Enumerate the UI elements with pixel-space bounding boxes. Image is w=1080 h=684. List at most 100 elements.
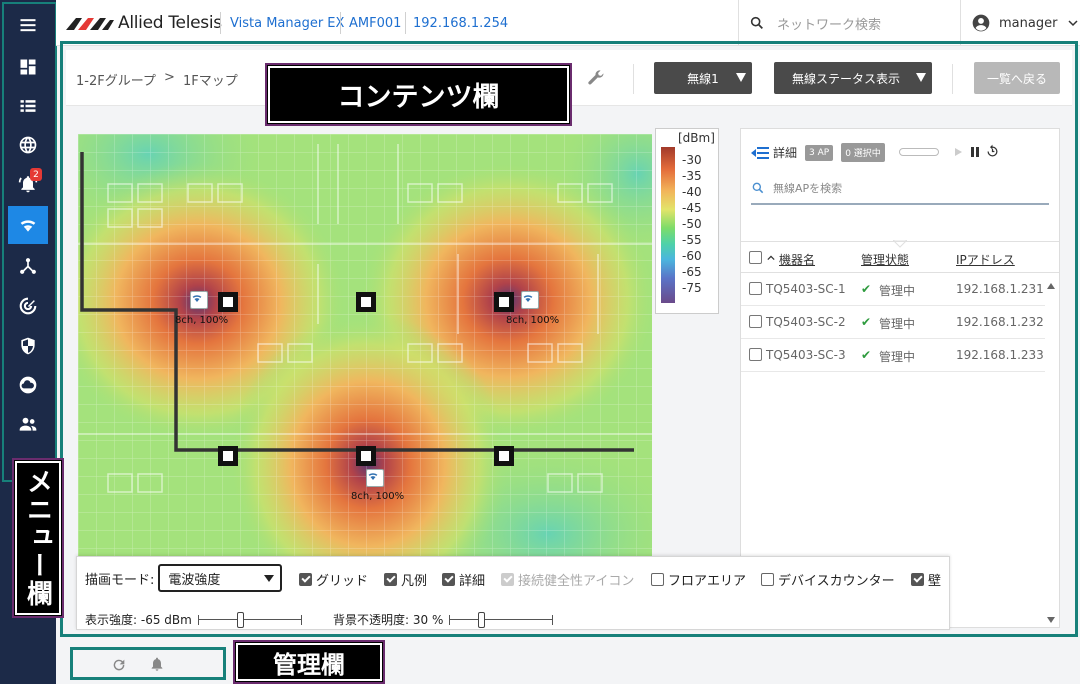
caret-down-icon bbox=[736, 73, 746, 82]
access-point-label: 8ch, 100% bbox=[351, 491, 405, 502]
user-menu[interactable]: manager bbox=[960, 0, 1080, 46]
floor-area-checkbox[interactable]: フロアエリア bbox=[651, 570, 746, 589]
refresh-icon[interactable] bbox=[111, 657, 127, 673]
detail-toggle[interactable]: 詳細 3 AP 0 選択中 bbox=[751, 143, 885, 162]
strength-slider-group: 表示強度: -65 dBm bbox=[85, 611, 302, 628]
opacity-slider[interactable] bbox=[449, 611, 554, 628]
wall-node[interactable] bbox=[218, 446, 238, 466]
signal-legend: [dBm] -30 -35 -40 -45 -50 -55 -60 -65 -7… bbox=[655, 128, 719, 314]
slider-knob[interactable] bbox=[236, 611, 244, 628]
status-select-label: 無線ステータス表示 bbox=[791, 71, 900, 86]
draw-mode-group: 描画モード: 電波強度 bbox=[85, 564, 283, 592]
row-checkbox[interactable] bbox=[749, 348, 762, 361]
checkbox-label: グリッド bbox=[316, 574, 369, 589]
checkbox-box bbox=[384, 573, 397, 586]
sort-asc-icon[interactable] bbox=[767, 254, 775, 262]
wall-node[interactable] bbox=[494, 446, 514, 466]
health-icon-checkbox: 接続健全性アイコン bbox=[501, 570, 634, 589]
breadcrumb-map: 1Fマップ bbox=[183, 74, 238, 89]
breadcrumb-separator: > bbox=[164, 70, 175, 85]
column-management-status[interactable]: 管理状態 bbox=[861, 251, 909, 268]
legend-label: -40 bbox=[682, 185, 702, 199]
back-to-list-button[interactable]: 一覧へ戻る bbox=[974, 62, 1060, 94]
checkbox-label: 凡例 bbox=[401, 574, 428, 589]
draw-mode-select[interactable]: 電波強度 bbox=[158, 564, 283, 592]
network-search-input[interactable]: ネットワーク検索 bbox=[738, 0, 958, 46]
wireless-select-button[interactable]: 無線1 bbox=[654, 62, 752, 94]
scroll-up-arrow[interactable] bbox=[1047, 283, 1055, 289]
access-point-label: 8ch, 100% bbox=[506, 315, 560, 326]
wall-node[interactable] bbox=[494, 292, 514, 312]
scroll-down-arrow[interactable] bbox=[1047, 617, 1055, 623]
access-point-marker[interactable] bbox=[521, 291, 539, 309]
pause-icon[interactable] bbox=[969, 146, 981, 158]
opacity-label: 背景不透明度: 30 % bbox=[333, 613, 444, 627]
grid-checkbox[interactable]: グリッド bbox=[299, 570, 368, 589]
access-point-marker[interactable] bbox=[366, 469, 384, 487]
table-row[interactable]: TQ5403-SC-1 ✔ 管理中 192.168.1.231 bbox=[741, 273, 1045, 306]
header-divider bbox=[220, 12, 221, 34]
play-icon[interactable] bbox=[953, 147, 963, 157]
search-icon bbox=[752, 182, 764, 194]
legend-label: -65 bbox=[682, 265, 702, 279]
header-divider bbox=[340, 12, 341, 34]
top-bar: Allied Telesis Vista Manager EX AMF001 1… bbox=[56, 0, 1080, 46]
heatmap-floor-map[interactable]: 8ch, 100% 8ch, 100% 8ch, 100% bbox=[78, 134, 652, 558]
ip-address: 192.168.1.233 bbox=[956, 348, 1044, 362]
wall-checkbox[interactable]: 壁 bbox=[911, 570, 941, 589]
ap-search-input[interactable]: 無線APを検索 bbox=[751, 173, 1049, 205]
caret-down-icon bbox=[916, 73, 926, 82]
access-point-marker[interactable] bbox=[190, 291, 208, 309]
status-select-button[interactable]: 無線ステータス表示 bbox=[774, 62, 932, 94]
checkbox-label: フロアエリア bbox=[668, 574, 747, 589]
wrench-icon[interactable] bbox=[586, 68, 606, 88]
selected-count-badge: 0 選択中 bbox=[841, 143, 885, 162]
ip-address: 192.168.1.232 bbox=[956, 315, 1044, 329]
check-icon: ✔ bbox=[861, 282, 872, 296]
checkbox-box bbox=[911, 573, 924, 586]
detail-checkbox[interactable]: 詳細 bbox=[442, 570, 485, 589]
management-area-callout: 管理欄 bbox=[233, 640, 385, 684]
table-row[interactable]: TQ5403-SC-2 ✔ 管理中 192.168.1.232 bbox=[741, 306, 1045, 339]
slider-knob[interactable] bbox=[478, 611, 486, 628]
row-checkbox[interactable] bbox=[749, 282, 762, 295]
collapse-list-icon bbox=[751, 146, 769, 159]
legend-label: -45 bbox=[682, 201, 702, 215]
device-name: TQ5403-SC-1 bbox=[766, 282, 846, 296]
wall-node[interactable] bbox=[356, 292, 376, 312]
select-all-checkbox[interactable] bbox=[749, 251, 762, 264]
check-icon: ✔ bbox=[861, 348, 872, 362]
network-search-placeholder: ネットワーク検索 bbox=[777, 17, 882, 33]
checkbox-box bbox=[442, 573, 455, 586]
slider-track bbox=[449, 618, 554, 620]
legend-label: -35 bbox=[682, 169, 702, 183]
checkbox-label: 接続健全性アイコン bbox=[518, 574, 635, 589]
ap-table-header: 機器名 管理状態 IPアドレス bbox=[741, 241, 1059, 273]
breadcrumb-group[interactable]: 1-2Fグループ bbox=[76, 70, 156, 89]
caret-down-icon bbox=[264, 574, 275, 582]
wall-node[interactable] bbox=[356, 446, 376, 466]
wireless-select-label: 無線1 bbox=[687, 71, 719, 86]
wifi-icon bbox=[192, 295, 202, 302]
device-link[interactable]: AMF001 bbox=[349, 16, 401, 31]
device-ip-link[interactable]: 192.168.1.254 bbox=[413, 16, 508, 31]
column-ip-address[interactable]: IPアドレス bbox=[956, 251, 1015, 268]
ip-address: 192.168.1.231 bbox=[956, 282, 1044, 296]
strength-slider[interactable] bbox=[197, 611, 302, 628]
check-icon: ✔ bbox=[861, 315, 872, 329]
bell-icon[interactable] bbox=[149, 656, 165, 672]
checkbox-label: 壁 bbox=[928, 574, 942, 589]
legend-label: -55 bbox=[682, 233, 702, 247]
device-counter-checkbox[interactable]: デバイスカウンター bbox=[761, 570, 895, 589]
toolbar-divider bbox=[633, 64, 634, 94]
legend-checkbox[interactable]: 凡例 bbox=[384, 570, 427, 589]
app-name-link[interactable]: Vista Manager EX bbox=[230, 16, 344, 31]
row-checkbox[interactable] bbox=[749, 315, 762, 328]
checkbox-label: デバイスカウンター bbox=[778, 574, 895, 589]
menu-area-highlight bbox=[2, 2, 57, 482]
search-icon bbox=[750, 16, 763, 29]
table-row[interactable]: TQ5403-SC-3 ✔ 管理中 192.168.1.233 bbox=[741, 339, 1045, 372]
refresh-icon[interactable] bbox=[985, 144, 1000, 159]
wall-node[interactable] bbox=[218, 292, 238, 312]
column-device-name[interactable]: 機器名 bbox=[779, 251, 815, 268]
